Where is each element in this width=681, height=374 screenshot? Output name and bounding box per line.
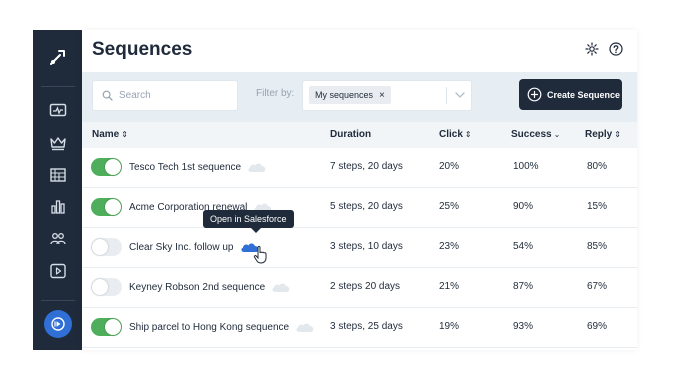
filter-chip-label: My sequences <box>315 90 374 100</box>
sidebar <box>33 30 82 350</box>
bar-chart-icon[interactable] <box>42 191 74 223</box>
page-title: Sequences <box>92 39 193 60</box>
success-cell: 93% <box>513 321 534 332</box>
hand-cursor-icon <box>253 245 269 270</box>
salesforce-cloud-icon[interactable] <box>271 281 291 293</box>
column-header-name[interactable]: Name ⇕ <box>92 129 128 140</box>
sort-icon: ⇕ <box>464 130 472 139</box>
toggle-knob <box>105 159 121 175</box>
sequence-toggle[interactable] <box>91 318 122 336</box>
select-divider <box>446 87 447 104</box>
header-actions <box>585 42 623 61</box>
click-cell: 20% <box>439 161 460 172</box>
sort-desc-icon: ⌄ <box>553 130 561 139</box>
users-icon[interactable] <box>42 223 74 255</box>
chevron-down-icon[interactable] <box>454 88 466 107</box>
reply-cell: 80% <box>587 161 608 172</box>
create-sequence-button[interactable]: Create Sequence <box>519 79 622 110</box>
column-reply-label: Reply <box>585 129 613 140</box>
search-box[interactable] <box>92 80 238 111</box>
column-duration-label: Duration <box>330 129 372 140</box>
table-row[interactable]: Ship parcel to Hong Kong sequence 3 steps… <box>82 308 637 348</box>
create-sequence-label: Create Sequence <box>547 89 621 100</box>
toggle-knob <box>105 319 121 335</box>
filter-bar: Filter by: My sequences × Create Sequenc… <box>82 72 637 122</box>
sequence-name[interactable]: Keyney Robson 2nd sequence <box>129 282 265 293</box>
filter-select[interactable]: My sequences × <box>302 80 472 111</box>
sequence-name-cell: Ship parcel to Hong Kong sequence <box>129 321 315 333</box>
reply-cell: 67% <box>587 281 608 292</box>
duration-cell: 3 steps, 25 days <box>330 321 403 332</box>
column-header-success[interactable]: Success ⌄ <box>511 129 560 140</box>
pen-nib-icon[interactable] <box>45 44 71 70</box>
gear-icon[interactable] <box>585 42 599 61</box>
sidebar-divider-bottom <box>40 300 75 301</box>
click-cell: 21% <box>439 281 460 292</box>
plus-circle-icon <box>527 87 542 102</box>
table-row[interactable]: Clear Sky Inc. follow up 3 steps, 10 days… <box>82 228 637 268</box>
column-click-label: Click <box>439 129 463 140</box>
main-panel: Sequences Filter by: My sequences × <box>82 30 637 350</box>
tooltip: Open in Salesforce <box>203 210 294 233</box>
sequence-name-cell: Keyney Robson 2nd sequence <box>129 281 291 293</box>
activity-monitor-icon[interactable] <box>42 95 74 127</box>
sequence-toggle[interactable] <box>91 238 122 256</box>
filter-chip: My sequences × <box>309 86 391 104</box>
crown-icon[interactable] <box>42 127 74 159</box>
sort-icon: ⇕ <box>121 130 128 139</box>
sidebar-divider <box>40 86 75 87</box>
column-header-click[interactable]: Click ⇕ <box>439 129 472 140</box>
table-row[interactable]: Acme Corporation renewal 5 steps, 20 days… <box>82 188 637 228</box>
column-success-label: Success <box>511 129 552 140</box>
play-icon[interactable] <box>42 255 74 287</box>
duration-cell: 7 steps, 20 days <box>330 161 403 172</box>
sequence-name[interactable]: Clear Sky Inc. follow up <box>129 242 234 253</box>
search-input[interactable] <box>119 90 219 101</box>
toggle-knob <box>92 279 108 295</box>
click-cell: 19% <box>439 321 460 332</box>
sequence-toggle[interactable] <box>91 198 122 216</box>
duration-cell: 5 steps, 20 days <box>330 201 403 212</box>
sequence-name-cell: Clear Sky Inc. follow up <box>129 241 260 253</box>
salesforce-cloud-icon[interactable] <box>295 321 315 333</box>
sequence-name-cell: Tesco Tech 1st sequence <box>129 161 267 173</box>
success-cell: 54% <box>513 241 534 252</box>
reply-cell: 69% <box>587 321 608 332</box>
click-cell: 25% <box>439 201 460 212</box>
column-header-duration[interactable]: Duration <box>330 129 371 140</box>
table-header: Name ⇕ Duration Click ⇕ Success ⌄ Reply … <box>82 122 637 148</box>
column-header-reply[interactable]: Reply ⇕ <box>585 129 621 140</box>
toggle-knob <box>92 239 108 255</box>
sequence-toggle[interactable] <box>91 278 122 296</box>
table-row[interactable]: Tesco Tech 1st sequence 7 steps, 20 days 2… <box>82 148 637 188</box>
success-cell: 100% <box>513 161 539 172</box>
success-cell: 90% <box>513 201 534 212</box>
sort-icon: ⇕ <box>614 130 621 139</box>
duration-cell: 3 steps, 10 days <box>330 241 403 252</box>
duration-cell: 2 steps 20 days <box>330 281 401 292</box>
click-cell: 23% <box>439 241 460 252</box>
search-icon <box>102 90 113 101</box>
success-cell: 87% <box>513 281 534 292</box>
salesforce-cloud-icon[interactable] <box>247 161 267 173</box>
help-icon[interactable] <box>609 42 623 61</box>
sequence-toggle[interactable] <box>91 158 122 176</box>
sequence-play-icon[interactable] <box>43 310 72 338</box>
column-name-label: Name <box>92 129 120 140</box>
sequence-name[interactable]: Ship parcel to Hong Kong sequence <box>129 322 289 333</box>
filter-label: Filter by: <box>256 88 295 99</box>
reply-cell: 15% <box>587 201 608 212</box>
reply-cell: 85% <box>587 241 608 252</box>
sequence-name[interactable]: Tesco Tech 1st sequence <box>129 162 241 173</box>
chip-remove-icon[interactable]: × <box>379 90 385 101</box>
toggle-knob <box>105 199 121 215</box>
table-row[interactable]: Keyney Robson 2nd sequence 2 steps 20 day… <box>82 268 637 308</box>
building-icon[interactable] <box>42 159 74 191</box>
